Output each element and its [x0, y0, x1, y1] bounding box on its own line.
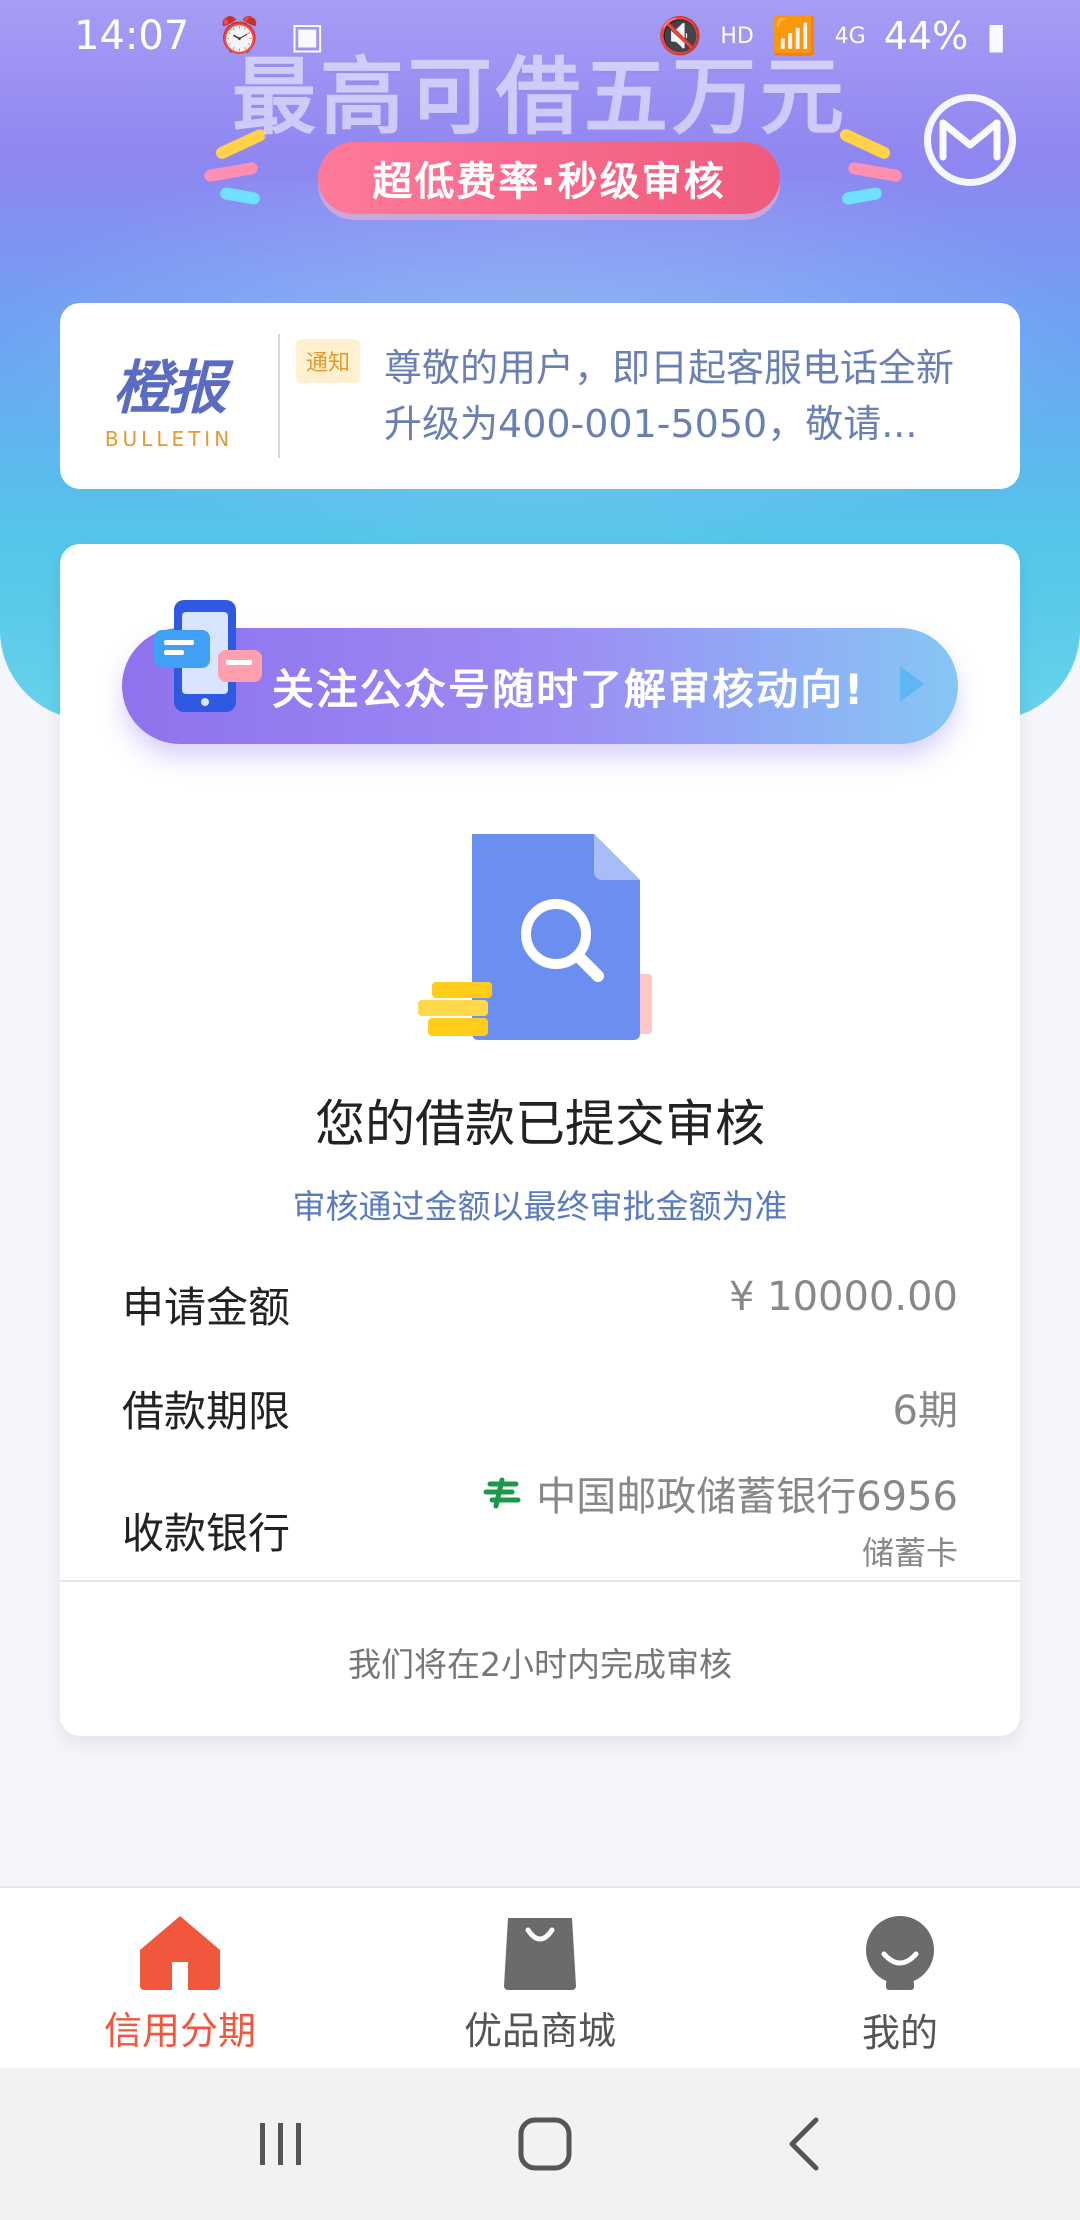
apply-amount-row: 申请金额 ¥ 10000.00 [122, 1274, 958, 1335]
bulletin-card[interactable]: 橙报 BULLETIN 通知 尊敬的用户，即日起客服电话全新升级为400-001… [60, 303, 1020, 489]
loan-term-value: 6期 [892, 1388, 958, 1434]
bulletin-logo: 橙报 BULLETIN [60, 341, 278, 451]
nav-shop[interactable]: 优品商城 [360, 1888, 720, 2068]
nav-profile[interactable]: 我的 [720, 1888, 1080, 2068]
play-arrow-icon [900, 666, 924, 702]
image-icon: ▣ [290, 15, 325, 57]
hero-pill: 超低费率·秒级审核 [318, 142, 780, 214]
wifi-icon: 📶 [771, 16, 817, 57]
home-button-icon[interactable] [517, 2116, 573, 2172]
review-title: 您的借款已提交审核 [315, 1095, 765, 1153]
review-eta-note: 我们将在2小时内完成审核 [348, 1645, 732, 1684]
bank-name: 中国邮政储蓄银行6956 [536, 1474, 958, 1520]
postal-bank-logo-icon [483, 1477, 521, 1509]
document-search-illustration [418, 834, 652, 1040]
bulletin-tag: 通知 [296, 339, 361, 383]
recent-apps-icon[interactable] [256, 2119, 306, 2169]
nav-profile-label: 我的 [861, 2011, 938, 2055]
message-button[interactable] [924, 94, 1016, 186]
bulletin-text[interactable]: 尊敬的用户，即日起客服电话全新升级为400-001-5050，敬请... [384, 340, 984, 452]
bulletin-divider [278, 334, 280, 458]
home-icon [140, 1916, 220, 1990]
profile-icon [866, 1916, 934, 1990]
battery-icon: ▮ [986, 15, 1006, 57]
network-type: HD [720, 23, 754, 49]
signal-label: 4G [834, 23, 866, 49]
nav-credit-installment-label: 信用分期 [103, 2009, 256, 2053]
bulletin-logo-cn: 橙报 [112, 354, 227, 422]
phone-chat-icon [154, 600, 262, 712]
receiving-bank-label: 收款银行 [122, 1509, 291, 1558]
bottom-navigation: 信用分期 优品商城 我的 [0, 1886, 1080, 2068]
card-divider [60, 1580, 1020, 1582]
status-bar: 14:07 ⏰ ▣ 🔇 HD 📶 4G 44% ▮ [0, 0, 1080, 72]
alarm-icon: ⏰ [217, 16, 263, 57]
bulletin-logo-en: BULLETIN [104, 427, 234, 451]
nav-credit-installment[interactable]: 信用分期 [0, 1888, 360, 2068]
back-icon[interactable] [784, 2116, 824, 2172]
follow-official-account-banner[interactable]: 关注公众号随时了解审核动向! [122, 600, 958, 744]
loan-term-label: 借款期限 [122, 1387, 291, 1436]
system-navigation-bar [0, 2068, 1080, 2220]
apply-amount-value: ¥ 10000.00 [728, 1274, 958, 1320]
shopping-bag-icon [504, 1918, 576, 1990]
loan-term-row: 借款期限 6期 [122, 1378, 958, 1439]
review-subtitle: 审核通过金额以最终审批金额为准 [292, 1187, 788, 1226]
battery-percent: 44% [883, 14, 969, 58]
mute-icon: 🔇 [657, 16, 703, 57]
follow-official-account-text: 关注公众号随时了解审核动向! [272, 664, 866, 714]
review-card: 关注公众号随时了解审核动向! 您的借款已提交审核 审核通过金额以最终审批金额为准… [60, 544, 1020, 1736]
receiving-bank-value-block: 中国邮政储蓄银行6956 储蓄卡 [482, 1464, 958, 1574]
apply-amount-label: 申请金额 [122, 1283, 291, 1332]
bank-card-type: 储蓄卡 [861, 1534, 958, 1572]
receiving-bank-row: 收款银行 中国邮政储蓄银行6956 储蓄卡 [122, 1464, 958, 1574]
status-time: 14:07 [74, 13, 190, 59]
nav-shop-label: 优品商城 [463, 2009, 616, 2053]
envelope-icon [939, 119, 1001, 161]
